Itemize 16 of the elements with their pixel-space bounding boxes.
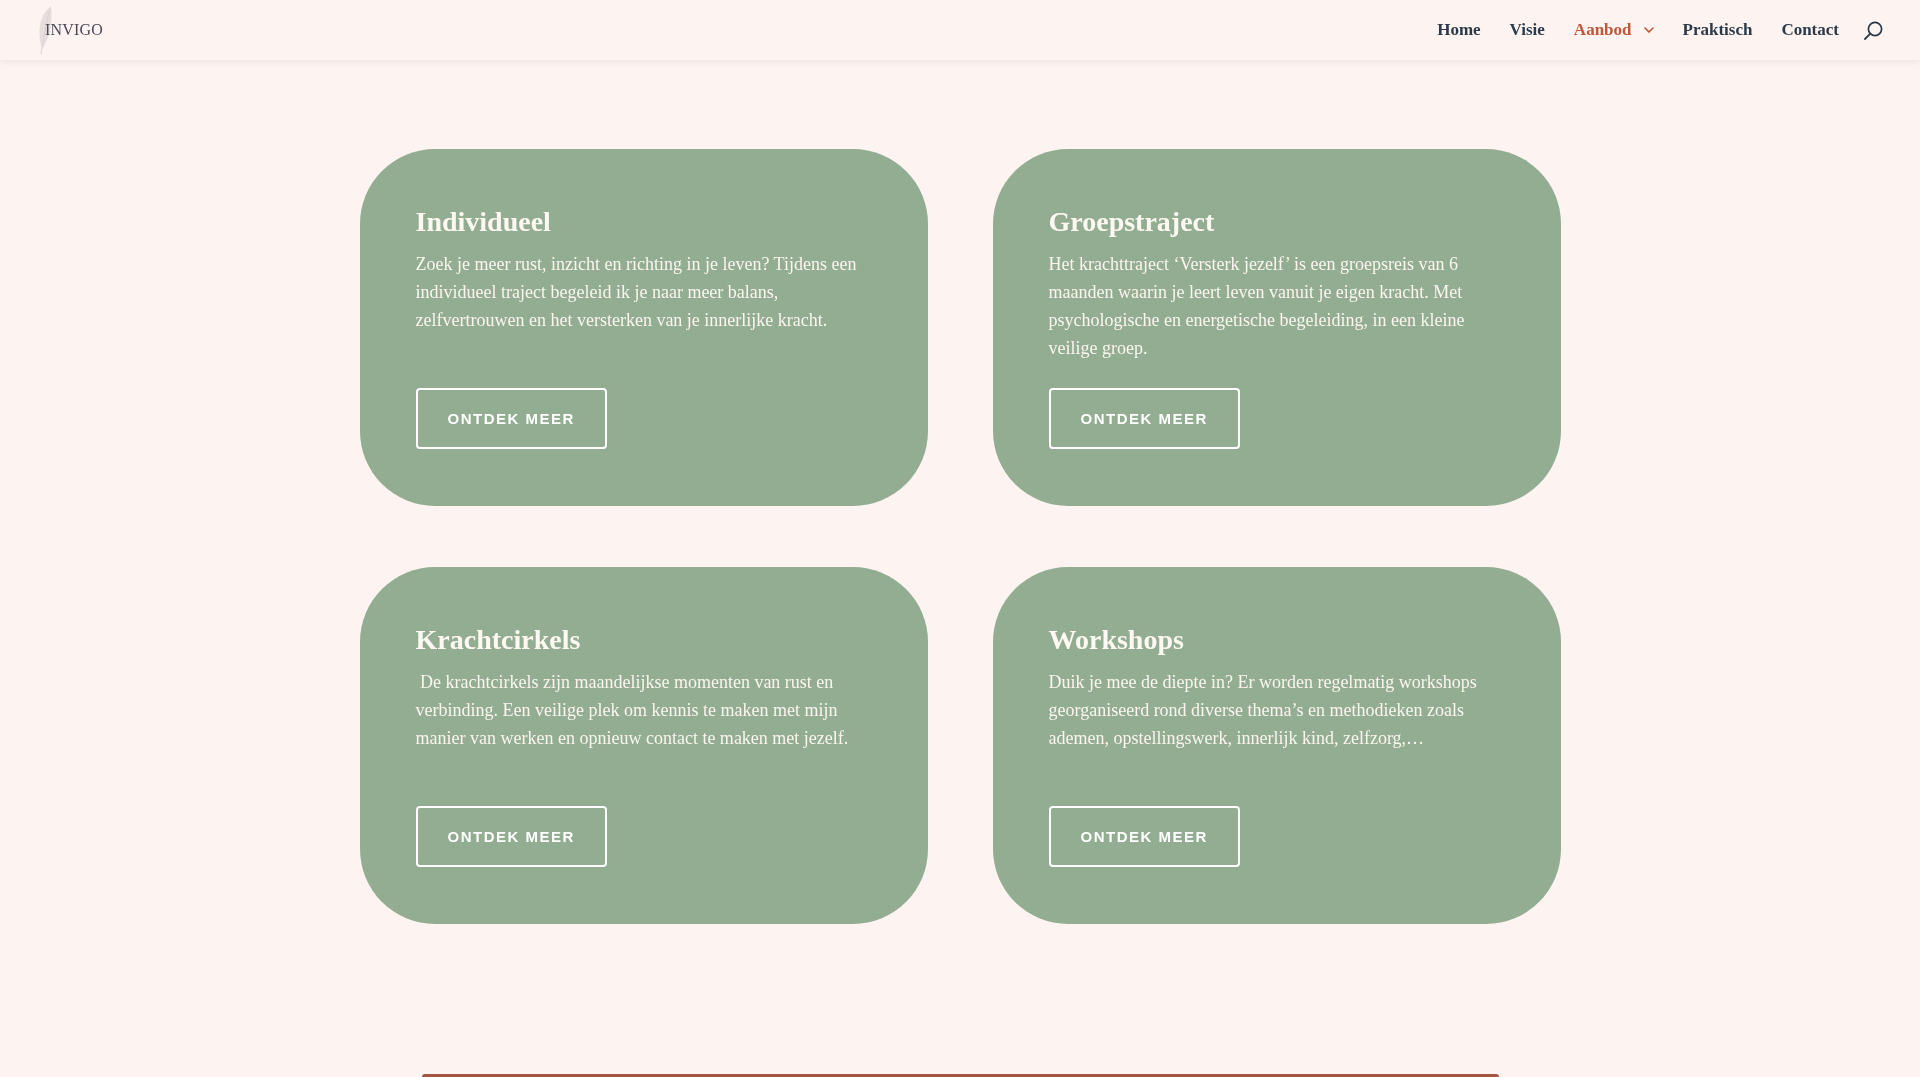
nav-link[interactable]: Contact bbox=[1781, 20, 1839, 40]
chevron-down-icon bbox=[1643, 27, 1654, 33]
card-description: Zoek je meer rust, inzicht en richting in je leven? Tijdens een individueel traject begeleid ik je naar meer balans, zelfvertrouwen en het versterken van je innerlijke kracht. bbox=[415, 253, 858, 332]
nav-link[interactable]: Aanbod bbox=[1573, 20, 1654, 40]
card-description: Duik je mee de diepte in? Er worden regelmatig workshops georganiseerd rond diverse thema’s en methodieken zoals ademen, opstellingswerk, innerlijk kind, zelfzorg,… bbox=[1048, 671, 1478, 750]
card-title: Groepstraject bbox=[1048, 205, 1215, 239]
search-icon[interactable] bbox=[1864, 20, 1883, 40]
logo-link[interactable]: INVIGO bbox=[37, 5, 104, 55]
nav-link[interactable]: Visie bbox=[1509, 20, 1545, 40]
nav-link[interactable]: Home bbox=[1437, 20, 1481, 40]
card-description: Het krachttraject ‘Versterk jezelf’ is een groepsreis van 6 maanden waarin je leert leven vanuit je eigen kracht. Met psychologische en energetische begeleiding, in een kleine veilige groep. bbox=[1048, 253, 1466, 360]
card-title: Krachtcirkels bbox=[415, 623, 581, 657]
nav-link[interactable]: Praktisch bbox=[1682, 20, 1753, 40]
card-title: Workshops bbox=[1048, 623, 1184, 657]
card-title: Individueel bbox=[415, 205, 551, 239]
card-description: De krachtcirkels zijn maandelijkse momenten van rust en verbinding. Een veilige plek om kennis te maken met mijn manier van werken en opnieuw contact te maken met jezelf. bbox=[415, 671, 850, 750]
